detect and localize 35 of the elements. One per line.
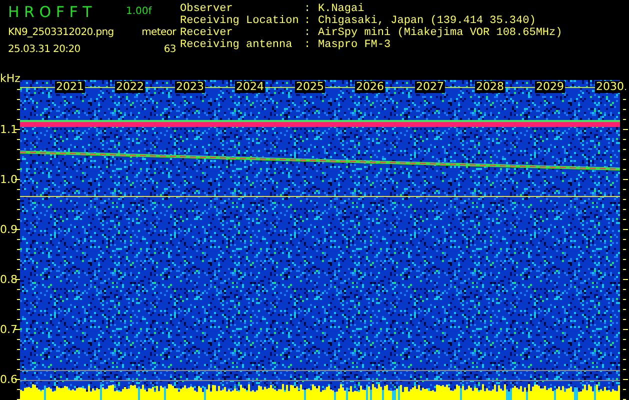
time-label: 2030 (595, 81, 625, 93)
version-label: 1.00f (126, 5, 153, 19)
time-label: 2024 (235, 81, 265, 93)
axis-label: 0.7 (0, 324, 18, 336)
info-label: Receiver (180, 27, 234, 39)
axis-label: 1.0 (0, 174, 18, 186)
axis-label: 0.9 (0, 224, 18, 236)
info-label: Receiving antenna (180, 39, 294, 51)
time-label: 2022 (115, 81, 145, 93)
axis-label: 0.6 (0, 374, 18, 386)
time-label: 2021 (55, 81, 85, 93)
time-label: 2025 (295, 81, 325, 93)
time-label: 2026 (355, 81, 385, 93)
axis-unit: kHz (0, 72, 20, 85)
axis-label: 1.1 (0, 124, 18, 136)
info-separator: : (304, 15, 312, 27)
info-separator: : (304, 27, 312, 39)
meteor-count: 63 (162, 43, 176, 55)
axis-label: 0.8 (0, 274, 18, 286)
info-separator: : (304, 39, 312, 51)
app-title: H R O F F T (8, 3, 93, 21)
time-label: 2027 (415, 81, 445, 93)
time-label: 2029 (535, 81, 565, 93)
file-name: KN9_2503312020.png (8, 26, 115, 38)
info-label: Receiving Location (180, 15, 300, 27)
info-label: Observer (180, 3, 234, 15)
mode-label: meteor (140, 26, 176, 38)
time-label: 2023 (175, 81, 205, 93)
info-value: Chigasaki, Japan (139.414 35.340) (318, 15, 536, 27)
info-value: K.Nagai (318, 3, 364, 15)
info-separator: : (304, 3, 312, 15)
info-value: Maspro FM-3 (318, 39, 391, 51)
time-label: 2028 (475, 81, 505, 93)
info-value: AirSpy mini (Miakejima VOR 108.65MHz) (318, 27, 562, 39)
date-time: 25.03.31 20:20 (8, 43, 82, 55)
